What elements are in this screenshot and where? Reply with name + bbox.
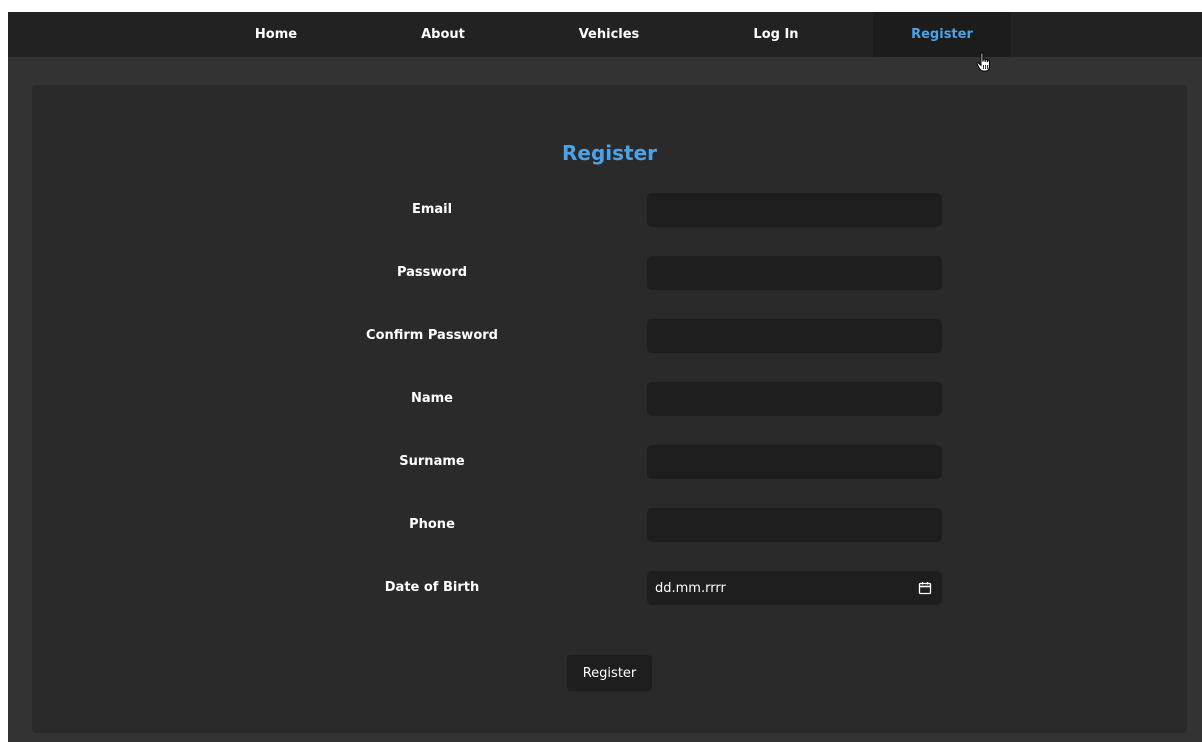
surname-label: Surname (399, 454, 465, 469)
register-button[interactable]: Register (567, 655, 652, 691)
page-title: Register (561, 141, 658, 165)
register-panel: Register Email Password Confirm Password… (32, 85, 1187, 733)
calendar-icon[interactable] (918, 581, 932, 595)
confirm-password-label: Confirm Password (366, 328, 498, 343)
password-label: Password (396, 265, 468, 280)
name-field[interactable] (647, 382, 942, 416)
phone-label: Phone (409, 517, 455, 532)
date-of-birth-label: Date of Birth (384, 580, 480, 595)
password-field[interactable] (647, 256, 942, 290)
nav-item-vehicles[interactable]: Vehicles (540, 12, 678, 57)
navbar: Home About Vehicles Log In Register (8, 12, 1202, 57)
nav-item-home[interactable]: Home (207, 12, 345, 57)
date-placeholder: dd.mm.rrrr (655, 580, 726, 596)
phone-field[interactable] (647, 508, 942, 542)
email-label: Email (411, 202, 453, 217)
app-viewport: Home About Vehicles Log In Register Regi… (8, 12, 1202, 742)
confirm-password-field[interactable] (647, 319, 942, 353)
nav-item-register[interactable]: Register (873, 12, 1011, 57)
surname-field[interactable] (647, 445, 942, 479)
name-label: Name (410, 391, 453, 406)
hand-cursor-icon (976, 52, 990, 72)
nav-item-login[interactable]: Log In (707, 12, 845, 57)
email-field[interactable] (647, 193, 942, 227)
nav-item-about[interactable]: About (374, 12, 512, 57)
date-of-birth-field[interactable]: dd.mm.rrrr (647, 571, 942, 605)
